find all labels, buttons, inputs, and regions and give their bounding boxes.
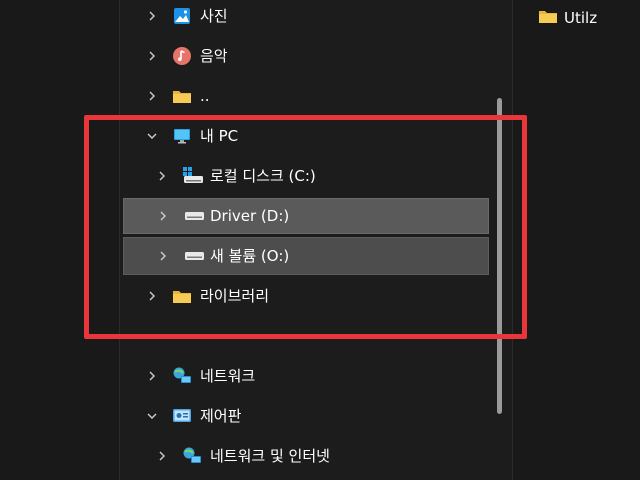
file-item-label: Utilz <box>564 9 598 27</box>
chevron-right-icon[interactable] <box>156 249 170 263</box>
nav-item-music[interactable]: 음악 <box>120 38 490 74</box>
nav-item-label: 네트워크 및 인터넷 <box>210 447 330 465</box>
nav-item-network-internet[interactable]: 네트워크 및 인터넷 <box>120 438 490 474</box>
network-internet-icon <box>182 446 202 466</box>
drive-icon <box>183 246 204 266</box>
nav-item-label: 음악 <box>200 47 228 65</box>
chevron-right-icon[interactable] <box>145 369 159 383</box>
nav-item-control-panel[interactable]: 제어판 <box>120 398 490 434</box>
chevron-down-icon[interactable] <box>145 409 159 423</box>
music-icon <box>172 46 192 66</box>
nav-item-photos[interactable]: 사진 <box>120 0 490 34</box>
nav-item-label: 새 볼륨 (O:) <box>210 247 290 265</box>
nav-item-parent[interactable]: .. <box>120 78 490 114</box>
nav-item-new-volume-o[interactable]: 새 볼륨 (O:) <box>123 237 489 275</box>
nav-item-this-pc[interactable]: 내 PC <box>120 118 490 154</box>
drive-icon <box>183 206 204 226</box>
chevron-right-icon[interactable] <box>145 289 159 303</box>
network-icon <box>172 366 192 386</box>
chevron-right-icon[interactable] <box>145 89 159 103</box>
navigation-pane[interactable]: 사진 음악 .. 내 PC 로컬 디스크 (C:) Driver (D:) 새 … <box>120 0 510 480</box>
chevron-right-icon[interactable] <box>155 449 169 463</box>
chevron-right-icon[interactable] <box>145 9 159 23</box>
nav-item-label: 내 PC <box>200 127 239 145</box>
folder-icon <box>538 7 558 27</box>
nav-item-network[interactable]: 네트워크 <box>120 358 490 394</box>
nav-item-label: Driver (D:) <box>210 207 290 225</box>
windows-drive-icon <box>182 166 203 186</box>
nav-scrollbar-thumb[interactable] <box>497 98 502 414</box>
left-margin <box>0 0 119 480</box>
chevron-down-icon[interactable] <box>145 129 159 143</box>
content-pane[interactable]: Utilz <box>513 0 640 480</box>
nav-item-label: 네트워크 <box>200 367 256 385</box>
nav-item-libraries[interactable]: 라이브러리 <box>120 278 490 314</box>
nav-item-label: 라이브러리 <box>200 287 270 305</box>
control-panel-icon <box>172 406 192 426</box>
this-pc-icon <box>172 126 192 146</box>
nav-item-label: 사진 <box>200 7 228 25</box>
chevron-right-icon[interactable] <box>156 209 170 223</box>
nav-item-label: 로컬 디스크 (C:) <box>210 167 316 185</box>
nav-item-label: .. <box>200 87 210 105</box>
nav-item-driver-d[interactable]: Driver (D:) <box>123 198 489 234</box>
nav-item-label: 제어판 <box>200 407 242 425</box>
library-folder-icon <box>172 286 192 306</box>
folder-icon <box>172 86 192 106</box>
chevron-right-icon[interactable] <box>155 169 169 183</box>
nav-item-local-disk-c[interactable]: 로컬 디스크 (C:) <box>120 158 490 194</box>
chevron-right-icon[interactable] <box>145 49 159 63</box>
photos-icon <box>172 6 192 26</box>
